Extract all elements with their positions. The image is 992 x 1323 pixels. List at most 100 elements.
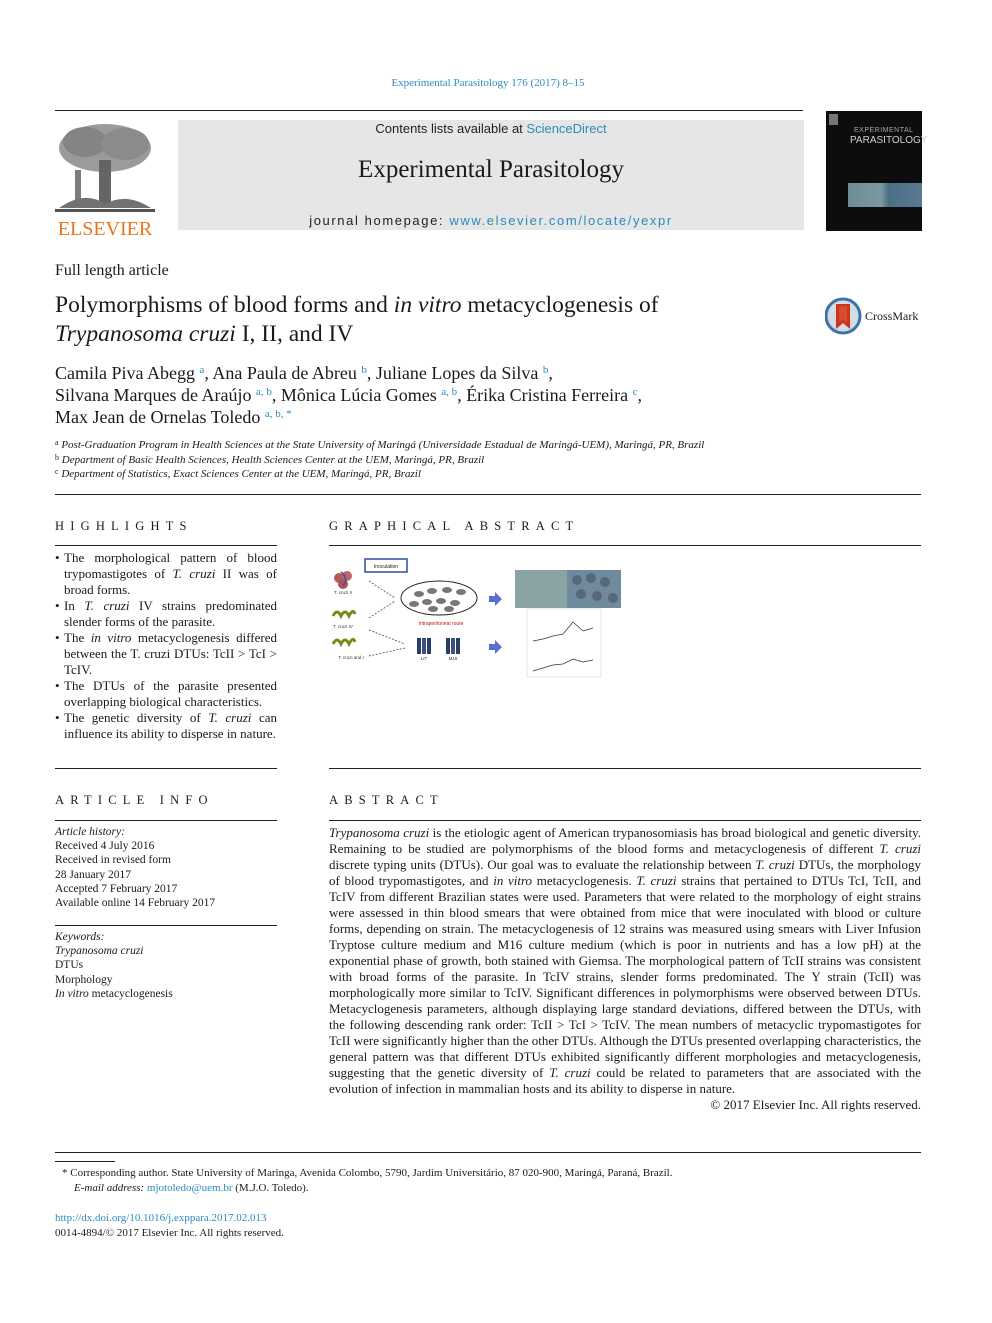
- crossmark-icon: [824, 297, 862, 335]
- history-item: Received in revised form: [55, 854, 171, 867]
- highlight-item: • The genetic diversity of T. cruzi can i…: [55, 710, 277, 741]
- graphical-abstract-heading: GRAPHICAL ABSTRACT: [329, 519, 580, 533]
- author[interactable]: Max Jean de Ornelas Toledo a, b, *: [55, 407, 292, 427]
- footer-rule: [55, 1152, 921, 1153]
- highlights-bottom-rule: [55, 768, 277, 769]
- author[interactable]: Camila Piva Abegg a: [55, 363, 204, 383]
- strain-label: T. cruzi II: [334, 590, 352, 595]
- footnote-rule: [55, 1161, 115, 1162]
- cover-micrograph: [848, 183, 922, 207]
- section-divider: [55, 494, 921, 495]
- graphical-abstract-bottom-rule: [329, 768, 921, 769]
- arrow-right-icon: [489, 592, 502, 606]
- highlight-item: • The in vitro metacyclogenesis differed …: [55, 630, 277, 677]
- issn-line: 0014-4894/© 2017 Elsevier Inc. All right…: [55, 1227, 284, 1239]
- arrow-right-icon: [489, 640, 502, 654]
- homepage-line: journal homepage: www.elsevier.com/locat…: [178, 213, 804, 228]
- micrograph-1: [515, 570, 567, 608]
- footnote: * Corresponding author. State University…: [62, 1166, 922, 1196]
- mice-group: [400, 580, 478, 616]
- abstract-copyright: © 2017 Elsevier Inc. All rights reserved…: [710, 1097, 921, 1112]
- parasite-icon-1: [334, 571, 352, 589]
- contents-prefix: Contents lists available at: [375, 121, 527, 136]
- abstract-segment: T. cruzi: [636, 873, 677, 888]
- author[interactable]: Juliane Lopes da Silva b: [376, 363, 548, 383]
- abstract-rule: [329, 820, 921, 821]
- highlights-list: • The morphological pattern of blood tryp…: [55, 550, 277, 742]
- title-italic: in vitro: [393, 292, 462, 318]
- history-item: 28 January 2017: [55, 868, 132, 881]
- bullet-icon: •: [55, 678, 60, 693]
- cover-title: PARASITOLOGY: [850, 135, 928, 146]
- culture-tubes: [417, 638, 460, 654]
- abstract-text: Trypanosoma cruzi is the etiologic agent…: [329, 825, 921, 1096]
- article-title: Polymorphisms of blood forms and in vitr…: [55, 291, 795, 349]
- bullet-icon: •: [55, 630, 60, 645]
- article-history: Article history: Received 4 July 2016 Re…: [55, 825, 277, 910]
- keyword: Trypanosoma cruzi: [55, 945, 144, 958]
- graphical-abstract-figure[interactable]: Inoculation T. cruzi II T. cruzi IV T. c…: [329, 556, 629, 680]
- keyword: DTUs: [55, 959, 84, 972]
- homepage-prefix: journal homepage:: [309, 213, 450, 228]
- journal-banner: Contents lists available at ScienceDirec…: [178, 120, 804, 230]
- journal-cover[interactable]: EXPERIMENTAL PARASITOLOGY: [826, 111, 927, 231]
- abstract-segment: T. cruzi: [755, 857, 795, 872]
- abstract-segment: T. cruzi: [549, 1065, 591, 1080]
- keyword: Morphology: [55, 973, 113, 986]
- parasite-icon-3: [331, 637, 357, 648]
- abstract-segment: T. cruzi: [879, 841, 922, 856]
- title-text: I, II, and IV: [235, 321, 354, 347]
- author[interactable]: Ana Paula de Abreu b: [212, 363, 366, 383]
- title-italic: Trypanosoma cruzi: [55, 321, 236, 347]
- medium-label: M16: [449, 656, 458, 661]
- abstract-segment: metacyclogenesis.: [532, 873, 637, 888]
- journal-homepage-link[interactable]: www.elsevier.com/locate/yexpr: [449, 213, 672, 228]
- journal-title: Experimental Parasitology: [358, 156, 624, 183]
- author[interactable]: Silvana Marques de Araújo a, b: [55, 385, 272, 405]
- cover-logo-icon: [829, 114, 838, 125]
- sciencedirect-link[interactable]: ScienceDirect: [526, 121, 606, 136]
- strain-label: T. cruzi and I: [338, 655, 364, 660]
- affiliation: a Post-Graduation Program in Health Scie…: [55, 438, 705, 452]
- article-type: Full length article: [55, 262, 169, 279]
- keywords-rule: [55, 925, 277, 926]
- journal-citation[interactable]: Experimental Parasitology 176 (2017) 8–1…: [0, 77, 976, 89]
- bullet-icon: •: [55, 598, 60, 613]
- keyword: In vitro metacyclogenesis: [55, 987, 173, 1000]
- route-label: Intraperitoneal route: [419, 621, 464, 627]
- author[interactable]: Érika Cristina Ferreira c: [466, 385, 637, 405]
- keywords-label: Keywords:: [55, 931, 105, 943]
- bullet-icon: •: [55, 710, 60, 725]
- email-line: E-mail address: mjotoledo@uem.br (M.J.O.…: [74, 1182, 309, 1194]
- history-item: Accepted 7 February 2017: [55, 882, 178, 895]
- doi-block: http://dx.doi.org/10.1016/j.exppara.2017…: [55, 1211, 284, 1241]
- keywords: Keywords: Trypanosoma cruzi DTUs Morphol…: [55, 930, 277, 1001]
- abstract-segment: discrete typing units (DTUs). Our goal w…: [329, 857, 756, 872]
- elsevier-logo[interactable]: ELSEVIER: [55, 120, 155, 239]
- article-info-rule: [55, 820, 277, 821]
- medium-label: LIT: [421, 656, 428, 661]
- history-item: Available online 14 February 2017: [55, 897, 216, 910]
- doi-link[interactable]: http://dx.doi.org/10.1016/j.exppara.2017…: [55, 1212, 267, 1224]
- abstract-segment: in vitro: [493, 873, 533, 888]
- line-charts: [526, 608, 602, 678]
- abstract-heading: ABSTRACT: [329, 793, 444, 807]
- abstract-segment: Trypanosoma cruzi: [329, 825, 430, 840]
- highlight-item: • The morphological pattern of blood tryp…: [55, 550, 277, 597]
- email-link[interactable]: mjotoledo@uem.br: [147, 1182, 233, 1194]
- header-rule: [55, 110, 803, 111]
- affiliation: b Department of Basic Health Sciences, H…: [55, 452, 485, 466]
- contents-line: Contents lists available at ScienceDirec…: [178, 121, 804, 136]
- title-text: Polymorphisms of blood forms and: [55, 292, 394, 318]
- abstract-body: Trypanosoma cruzi is the etiologic agent…: [329, 825, 921, 1113]
- elsevier-tree-icon: [55, 120, 155, 212]
- author[interactable]: Mônica Lúcia Gomes a, b: [281, 385, 457, 405]
- history-label: Article history:: [55, 826, 125, 838]
- bullet-icon: •: [55, 550, 60, 565]
- author-list: Camila Piva Abegg a, Ana Paula de Abreu …: [55, 363, 643, 427]
- affiliation: c Department of Statistics, Exact Scienc…: [55, 467, 421, 481]
- abstract-segment: strains that pertained to DTUs TcI, TcII…: [329, 873, 921, 1080]
- crossmark-badge[interactable]: CrossMark: [824, 297, 925, 335]
- parasite-icon-2: [331, 609, 357, 620]
- highlights-heading: HIGHLIGHTS: [55, 519, 193, 533]
